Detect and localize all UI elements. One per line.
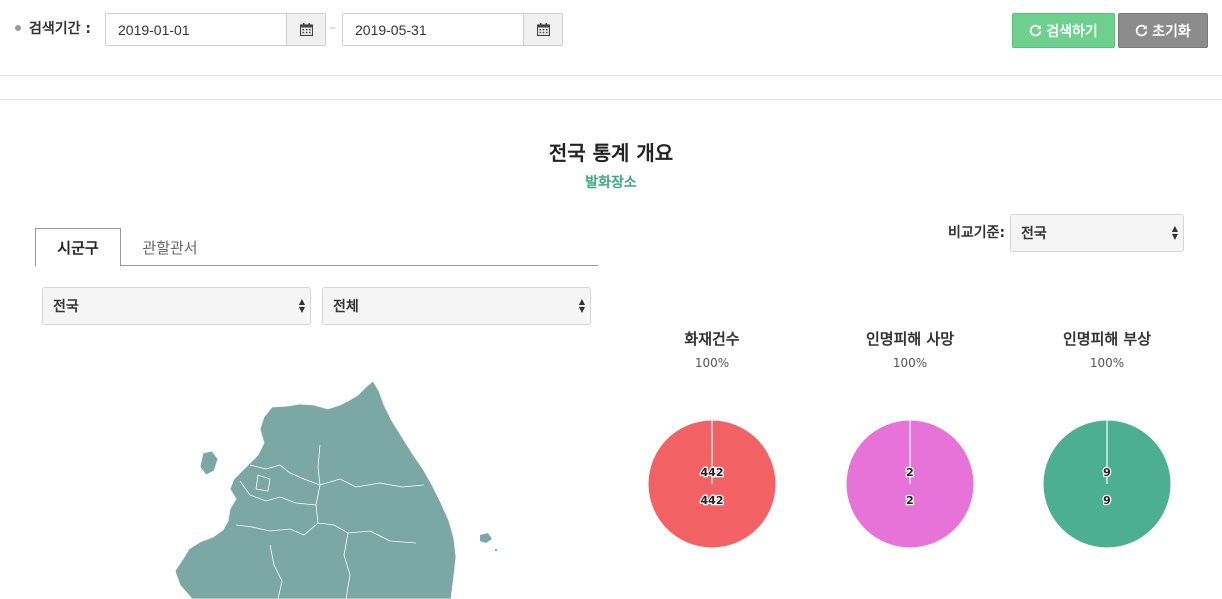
pie-chart-deaths: 인명피해 사망 100% 2 2 [810,328,1010,548]
region-select[interactable]: 전국 ▲ ▼ [42,287,311,325]
pie-percent: 100% [892,356,928,370]
tab-jurisdiction[interactable]: 관할관서 [121,228,219,266]
pie-title: 인명피해 부상 [1062,330,1152,348]
tab-bar: 시군구 관할관서 [35,228,598,267]
refresh-icon [1030,24,1042,37]
map-island-ganghwa[interactable] [199,450,219,476]
section-divider [0,99,1222,100]
pie-data-label: 2 [906,466,914,479]
start-date-group [105,13,326,46]
pie-data-label: 2 [906,494,914,507]
calendar-icon[interactable] [523,14,562,45]
select-arrows-icon: ▲ ▼ [298,297,305,314]
pie-svg: 2 2 [846,420,974,548]
map-region-mainland[interactable] [174,380,457,599]
page-subtitle: 발화장소 [585,175,637,191]
pie-svg: 9 9 [1043,420,1171,548]
compare-select[interactable]: 전국 ▲ ▼ [1010,214,1184,252]
bullet-icon [15,25,21,31]
pie-data-label: 442 [701,494,724,507]
map-island-dokdo[interactable] [495,549,497,551]
search-button[interactable]: 검색하기 [1012,13,1115,48]
start-date-input[interactable] [106,14,286,45]
pie-percent: 100% [1089,356,1125,370]
end-date-input[interactable] [343,14,523,45]
calendar-icon[interactable] [286,14,325,45]
compare-label: 비교기준: [948,225,1006,241]
reset-button[interactable]: 초기화 [1118,13,1208,48]
search-bar: 검색기간 : – 검색하기 초기화 [0,0,1222,76]
map-island-ulleung[interactable] [480,533,492,543]
pie-chart-fires: 화재건수 100% 442 442 [612,328,812,548]
end-date-group [342,13,563,46]
pie-data-label: 9 [1103,466,1111,479]
pie-percent: 100% [694,356,730,370]
page-title: 전국 통계 개요 [548,141,674,165]
tab-district[interactable]: 시군구 [35,228,121,267]
search-period-label: 검색기간 : [15,18,91,38]
pie-data-label: 9 [1103,494,1111,507]
sub-region-select[interactable]: 전체 ▲ ▼ [322,287,591,325]
pie-title: 화재건수 [684,330,740,348]
pie-title: 인명피해 사망 [865,330,955,348]
korea-map[interactable] [170,375,510,599]
pie-data-label: 442 [701,466,724,479]
select-arrows-icon: ▲ ▼ [578,297,585,314]
pie-svg: 442 442 [648,420,776,548]
pie-chart-injuries: 인명피해 부상 100% 9 9 [1007,328,1207,548]
select-arrows-icon: ▲ ▼ [1171,224,1178,241]
date-separator: – [329,20,336,36]
refresh-icon [1136,24,1148,37]
